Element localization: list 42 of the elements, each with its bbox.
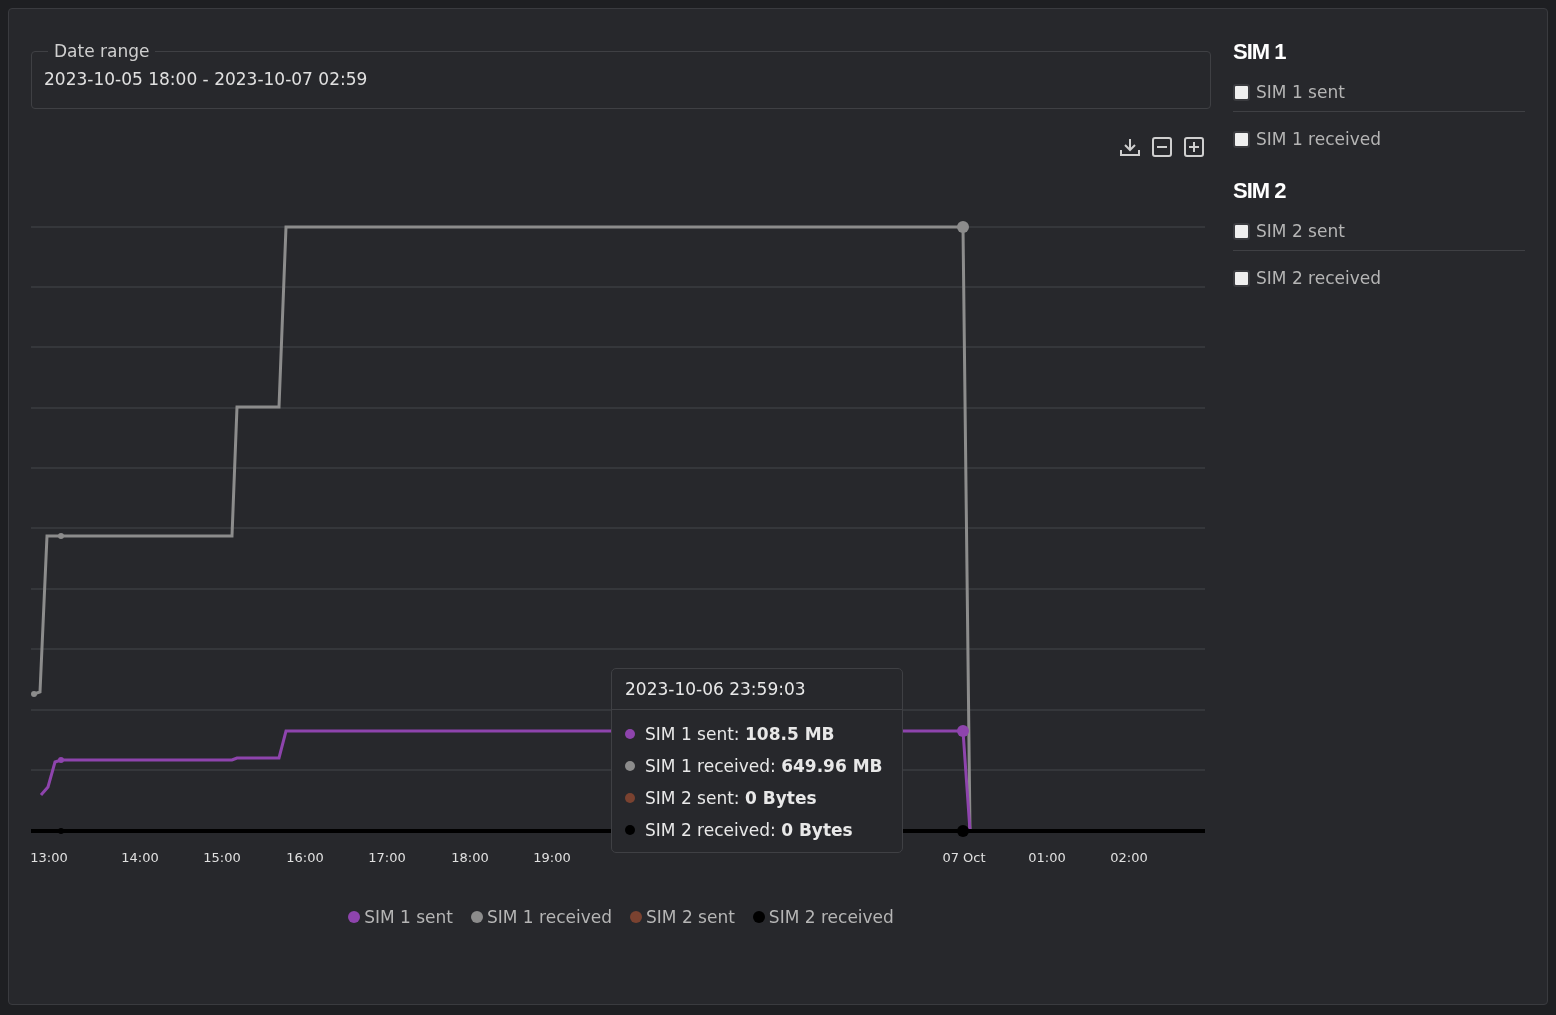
date-range-field[interactable]: Date range 2023-10-05 18:00 - 2023-10-07 02:59: [31, 41, 1211, 109]
checkbox-label: SIM 1 sent: [1256, 82, 1345, 102]
axis-tick-label: 02:00: [1110, 850, 1148, 865]
data-point: [31, 691, 37, 697]
zoom-out-icon[interactable]: [1151, 136, 1173, 158]
data-point: [58, 828, 64, 834]
axis-tick-label: 16:00: [286, 850, 324, 865]
data-point: [58, 533, 64, 539]
tooltip-value: SIM 2 received: 0 Bytes: [645, 820, 853, 840]
group-heading: SIM 2: [1233, 178, 1287, 204]
data-point: [957, 725, 969, 737]
data-point: [957, 221, 969, 233]
axis-tick-label: 17:00: [368, 850, 406, 865]
field-label: Date range: [53, 41, 151, 61]
checkbox-label: SIM 2 sent: [1256, 221, 1345, 241]
axis-tick-label: 15:00: [203, 850, 241, 865]
axis-tick-label: 07 Oct: [942, 850, 986, 865]
legend-item[interactable]: SIM 2 sent: [646, 907, 735, 927]
tooltip-value: SIM 1 sent: 108.5 MB: [645, 724, 835, 744]
tooltip-title: 2023-10-06 23:59:03: [612, 669, 902, 710]
checkbox[interactable]: [1233, 222, 1250, 240]
legend-item[interactable]: SIM 1 received: [487, 907, 612, 927]
group-heading: SIM 1: [1233, 39, 1287, 65]
legend-item[interactable]: SIM 1 sent: [364, 907, 453, 927]
axis-tick-label: 18:00: [451, 850, 489, 865]
axis-tick-label: 19:00: [533, 850, 571, 865]
zoom-in-icon[interactable]: [1183, 136, 1205, 158]
checkbox-label: SIM 2 received: [1256, 268, 1381, 288]
tooltip-value: SIM 2 sent: 0 Bytes: [645, 788, 817, 808]
legend-item[interactable]: SIM 2 received: [768, 907, 894, 927]
axis-tick-label: 01:00: [1028, 850, 1066, 865]
checkbox[interactable]: [1233, 83, 1250, 101]
download-icon[interactable]: [1119, 136, 1141, 158]
data-point: [58, 757, 64, 763]
axis-tick-label: 13:00: [31, 850, 68, 865]
date-range-value: 2023-10-05 18:00 - 2023-10-07 02:59: [44, 69, 369, 89]
data-point: [957, 825, 969, 837]
checkbox[interactable]: [1233, 130, 1250, 148]
tooltip-value: SIM 1 received: 649.96 MB: [645, 756, 883, 776]
axis-tick-label: 14:00: [121, 850, 159, 865]
checkbox-label: SIM 1 received: [1256, 129, 1381, 149]
checkbox[interactable]: [1233, 269, 1250, 287]
